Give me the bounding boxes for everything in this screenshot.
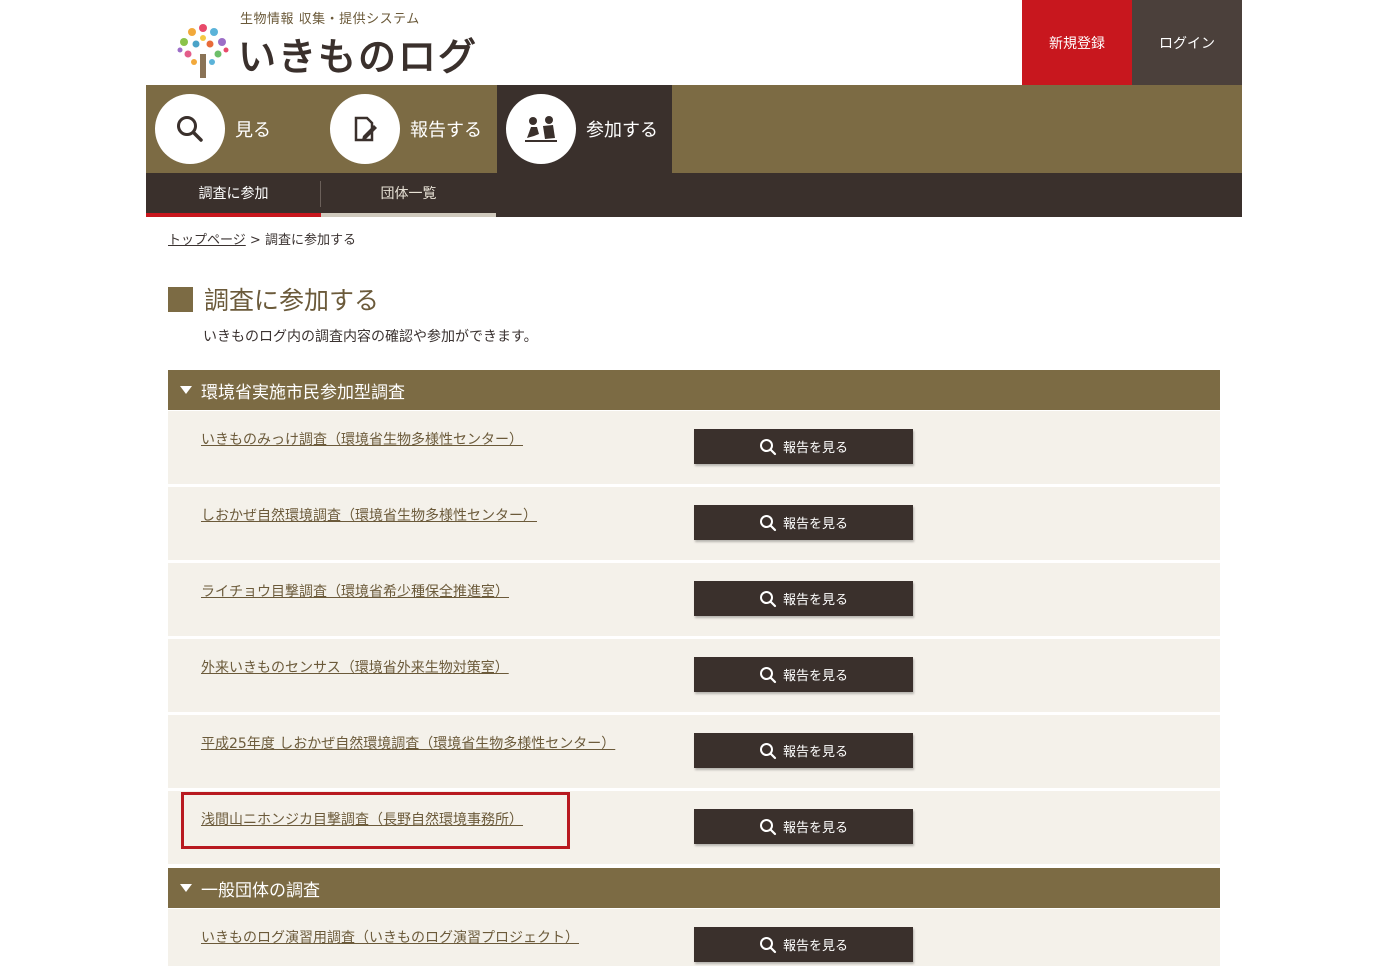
logo-title: いきものログ — [238, 34, 479, 79]
section-header-env[interactable]: 環境省実施市民参加型調査 — [168, 370, 1220, 410]
nav-report[interactable]: 報告する — [330, 85, 482, 173]
survey-link[interactable]: 平成25年度 しおかぜ自然環境調査（環境省生物多様性センター） — [201, 733, 615, 753]
highlight-box — [181, 792, 570, 849]
survey-link[interactable]: 外来いきものセンサス（環境省外来生物対策室） — [201, 657, 509, 677]
list-item: 外来いきものセンサス（環境省外来生物対策室） 報告を見る — [168, 639, 1220, 712]
view-reports-label: 報告を見る — [782, 669, 848, 684]
login-button[interactable]: ログイン — [1132, 0, 1242, 85]
search-icon — [759, 438, 777, 455]
nav-join-label: 参加する — [586, 120, 658, 141]
edit-document-icon — [330, 94, 400, 164]
view-reports-button[interactable]: 報告を見る — [694, 927, 913, 962]
triangle-down-icon — [180, 386, 192, 394]
list-item: いきものみっけ調査（環境省生物多様性センター） 報告を見る — [168, 411, 1220, 484]
title-marker — [168, 286, 193, 312]
main-navigation-filler — [672, 85, 1242, 173]
breadcrumb-current: 調査に参加する — [264, 233, 356, 248]
breadcrumb: トップページ > 調査に参加する — [168, 229, 356, 248]
page-title-block: 調査に参加する — [168, 281, 379, 317]
view-reports-button[interactable]: 報告を見る — [694, 429, 913, 464]
breadcrumb-top-link[interactable]: トップページ — [168, 233, 246, 248]
search-icon — [759, 936, 777, 953]
view-reports-label: 報告を見る — [782, 441, 848, 456]
view-reports-button[interactable]: 報告を見る — [694, 581, 913, 616]
search-icon — [759, 514, 777, 531]
tree-logo-icon — [177, 24, 229, 78]
logo-subtitle: 生物情報 収集・提供システム — [240, 12, 420, 27]
subnav-survey[interactable]: 調査に参加 — [146, 173, 321, 217]
section-title: 環境省実施市民参加型調査 — [201, 382, 405, 403]
list-item: ライチョウ目撃調査（環境省希少種保全推進室） 報告を見る — [168, 563, 1220, 636]
view-reports-label: 報告を見る — [782, 745, 848, 760]
survey-link[interactable]: しおかぜ自然環境調査（環境省生物多様性センター） — [201, 505, 537, 525]
view-reports-button[interactable]: 報告を見る — [694, 505, 913, 540]
subnav-groups[interactable]: 団体一覧 — [321, 173, 496, 217]
view-reports-label: 報告を見る — [782, 821, 848, 836]
view-reports-button[interactable]: 報告を見る — [694, 657, 913, 692]
view-reports-label: 報告を見る — [782, 517, 848, 532]
view-reports-label: 報告を見る — [782, 593, 848, 608]
search-icon — [759, 666, 777, 683]
view-reports-button[interactable]: 報告を見る — [694, 809, 913, 844]
triangle-down-icon — [180, 884, 192, 892]
view-reports-button[interactable]: 報告を見る — [694, 733, 913, 768]
section-header-general[interactable]: 一般団体の調査 — [168, 868, 1220, 908]
site-logo[interactable]: 生物情報 収集・提供システム いきものログ — [174, 6, 476, 79]
view-reports-label: 報告を見る — [782, 939, 848, 954]
page-title: 調査に参加する — [204, 286, 380, 315]
main-navigation: 見る 報告する 参加する — [146, 85, 1242, 173]
nav-report-label: 報告する — [410, 120, 482, 141]
list-item: しおかぜ自然環境調査（環境省生物多様性センター） 報告を見る — [168, 487, 1220, 560]
nav-look-label: 見る — [235, 120, 271, 141]
site-header: 生物情報 収集・提供システム いきものログ 新規登録 ログイン — [146, 0, 1242, 85]
section-title: 一般団体の調査 — [201, 880, 320, 901]
nav-look[interactable]: 見る — [155, 85, 271, 173]
search-icon — [759, 742, 777, 759]
list-item: 平成25年度 しおかぜ自然環境調査（環境省生物多様性センター） 報告を見る — [168, 715, 1220, 788]
page-description: いきものログ内の調査内容の確認や参加ができます。 — [203, 329, 538, 345]
search-icon — [759, 818, 777, 835]
survey-link[interactable]: いきものログ演習用調査（いきものログ演習プロジェクト） — [201, 927, 579, 947]
breadcrumb-separator: > — [249, 233, 261, 248]
search-icon — [155, 94, 225, 164]
people-icon — [506, 94, 576, 164]
register-button[interactable]: 新規登録 — [1022, 0, 1132, 85]
sub-navigation: 調査に参加 団体一覧 — [146, 173, 1242, 217]
list-item: いきものログ演習用調査（いきものログ演習プロジェクト） 報告を見る — [168, 909, 1220, 966]
survey-link[interactable]: いきものみっけ調査（環境省生物多様性センター） — [201, 429, 523, 449]
search-icon — [759, 590, 777, 607]
nav-join[interactable]: 参加する — [497, 85, 672, 173]
survey-link[interactable]: ライチョウ目撃調査（環境省希少種保全推進室） — [201, 581, 509, 601]
